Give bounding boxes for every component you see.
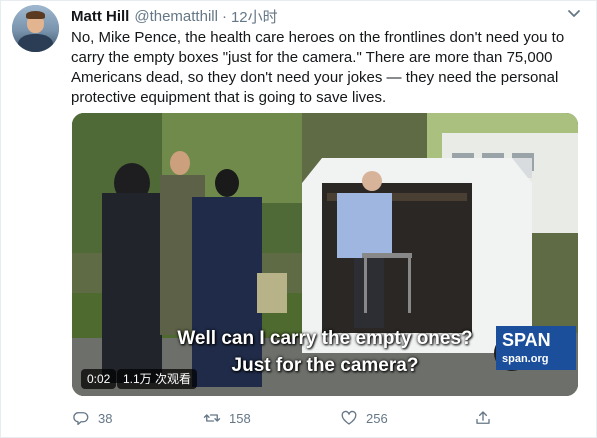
tweet-card[interactable]: Matt Hill @thematthill · 12小时 No, Mike P…: [0, 0, 597, 438]
separator-dot: ·: [221, 7, 227, 25]
watermark-logo-text: SPAN: [502, 330, 551, 350]
like-count: 256: [366, 410, 388, 426]
tweet-time[interactable]: 12小时: [231, 6, 278, 27]
retweet-count: 158: [229, 410, 251, 426]
avatar-shirt: [18, 34, 53, 52]
share-icon: [476, 411, 490, 424]
retweet-button[interactable]: 158: [203, 405, 251, 431]
tweet-header: Matt Hill @thematthill · 12小时: [71, 6, 278, 26]
reply-count: 38: [98, 410, 113, 426]
video-player[interactable]: Well can I carry the empty ones? Just fo…: [72, 113, 578, 396]
video-duration: 0:02: [81, 369, 117, 389]
tweet-text: No, Mike Pence, the health care heroes o…: [71, 29, 565, 106]
author-name[interactable]: Matt Hill: [71, 8, 129, 25]
reply-button[interactable]: 38: [72, 405, 112, 431]
reply-icon: [73, 412, 89, 426]
watermark-url: span.org: [502, 353, 549, 365]
channel-watermark: SPAN span.org: [496, 326, 576, 370]
video-view-count: 1.1万 次观看: [117, 369, 198, 389]
like-icon: [341, 410, 357, 425]
avatar-hair: [26, 11, 45, 19]
retweet-icon: [203, 414, 221, 422]
tweet-actions: 38 158 256: [72, 405, 578, 431]
author-handle[interactable]: @thematthill: [134, 8, 218, 25]
share-button[interactable]: [474, 405, 500, 431]
avatar[interactable]: [12, 5, 59, 52]
caret-down-icon[interactable]: [567, 9, 581, 19]
like-button[interactable]: 256: [340, 405, 388, 431]
